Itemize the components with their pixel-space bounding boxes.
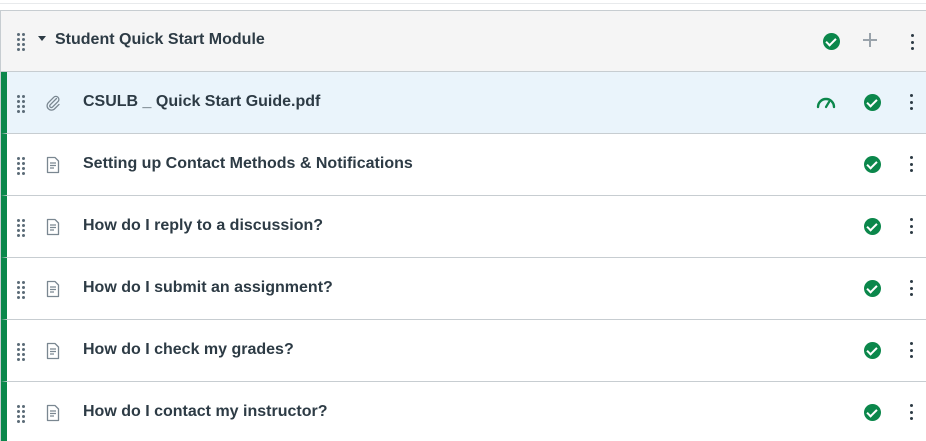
module-item-title[interactable]: CSULB _ Quick Start Guide.pdf bbox=[83, 93, 320, 111]
module-item-title[interactable]: How do I contact my instructor? bbox=[83, 403, 327, 421]
published-check-icon[interactable] bbox=[864, 94, 881, 111]
module-item-title[interactable]: Setting up Contact Methods & Notificatio… bbox=[83, 155, 413, 173]
drag-handle-icon[interactable] bbox=[17, 157, 27, 175]
kebab-menu-icon[interactable] bbox=[909, 342, 913, 358]
module-item-title[interactable]: How do I check my grades? bbox=[83, 341, 294, 359]
module-item-title[interactable]: How do I submit an assignment? bbox=[83, 279, 333, 297]
module-item[interactable]: Setting up Contact Methods & Notificatio… bbox=[1, 134, 926, 196]
module-items-list: CSULB _ Quick Start Guide.pdf Setting up… bbox=[1, 72, 926, 441]
drag-handle-icon[interactable] bbox=[17, 219, 27, 237]
module-item[interactable]: CSULB _ Quick Start Guide.pdf bbox=[1, 72, 926, 134]
context-module: Student Quick Start Module CSULB _ Quick… bbox=[0, 10, 926, 441]
kebab-menu-icon[interactable] bbox=[909, 404, 913, 420]
module-title[interactable]: Student Quick Start Module bbox=[55, 31, 265, 49]
page-icon bbox=[46, 218, 60, 236]
kebab-menu-icon[interactable] bbox=[909, 218, 913, 234]
module-header[interactable]: Student Quick Start Module bbox=[1, 11, 926, 72]
page-icon bbox=[46, 342, 60, 360]
published-check-icon[interactable] bbox=[864, 280, 881, 297]
module-item[interactable]: How do I contact my instructor? bbox=[1, 382, 926, 441]
mastery-paths-icon[interactable] bbox=[815, 94, 837, 110]
drag-handle-icon[interactable] bbox=[17, 343, 27, 361]
published-check-icon[interactable] bbox=[864, 156, 881, 173]
published-check-icon[interactable] bbox=[823, 33, 840, 50]
module-item[interactable]: How do I reply to a discussion? bbox=[1, 196, 926, 258]
module-item[interactable]: How do I submit an assignment? bbox=[1, 258, 926, 320]
drag-handle-icon[interactable] bbox=[17, 405, 27, 423]
page-icon bbox=[46, 280, 60, 298]
module-item-title[interactable]: How do I reply to a discussion? bbox=[83, 217, 323, 235]
drag-handle-icon[interactable] bbox=[17, 95, 27, 113]
kebab-menu-icon[interactable] bbox=[909, 280, 913, 296]
published-check-icon[interactable] bbox=[864, 218, 881, 235]
published-check-icon[interactable] bbox=[864, 342, 881, 359]
plus-icon[interactable] bbox=[863, 33, 877, 47]
top-edge bbox=[0, 0, 926, 4]
kebab-menu-icon[interactable] bbox=[909, 156, 913, 172]
attachment-icon bbox=[46, 95, 60, 111]
page-icon bbox=[46, 156, 60, 174]
published-check-icon[interactable] bbox=[864, 404, 881, 421]
module-item[interactable]: How do I check my grades? bbox=[1, 320, 926, 382]
kebab-menu-icon[interactable] bbox=[909, 94, 913, 110]
page-icon bbox=[46, 404, 60, 422]
kebab-menu-icon[interactable] bbox=[910, 34, 914, 50]
top-strip bbox=[0, 0, 926, 10]
drag-handle-icon[interactable] bbox=[17, 33, 27, 51]
drag-handle-icon[interactable] bbox=[17, 281, 27, 299]
caret-down-icon[interactable] bbox=[38, 36, 46, 41]
